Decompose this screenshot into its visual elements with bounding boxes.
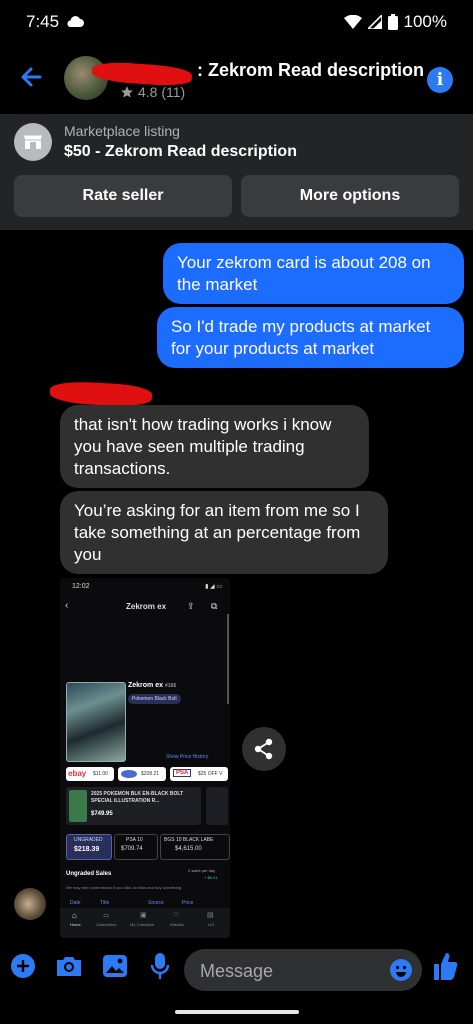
chat-header: : Zekrom Read description 4.8 (11) i	[0, 46, 473, 114]
status-bar: 7:45 100%	[0, 0, 473, 46]
redaction-mark	[49, 380, 153, 408]
commission-note: We may earn commission if you click on l…	[66, 885, 183, 890]
home-indicator	[175, 1010, 299, 1014]
table-header: Date	[70, 900, 81, 906]
shot-nav-label: Collectibles	[96, 922, 117, 927]
listing-card-price: $749.95	[91, 811, 113, 817]
grade-price: $709.74	[121, 846, 143, 852]
shot-scrollbar	[227, 614, 229, 704]
attached-screenshot[interactable]: 12:02 ▮ ◢ ▭ ‹ Zekrom ex ⇪ ⧉ Zekrom ex #1…	[60, 578, 230, 938]
grade-price: $218.39	[74, 846, 100, 853]
message-input[interactable]	[198, 949, 382, 993]
sender-avatar[interactable]	[14, 888, 46, 920]
shot-collection-icon: ▣	[140, 912, 147, 919]
ebay-logo: ebay	[68, 769, 87, 778]
grade-label: PSA 10	[126, 837, 143, 843]
message-bubble-incoming[interactable]: You’re asking for an item from me so I t…	[60, 491, 388, 574]
more-options-button[interactable]: More options	[241, 175, 459, 217]
info-icon[interactable]: i	[427, 67, 453, 93]
shot-nav-label: My Collection	[130, 922, 155, 927]
shot-home-icon: ⌂	[72, 911, 77, 920]
status-time: 7:45	[26, 12, 60, 31]
share-button[interactable]	[242, 727, 286, 771]
psa-logo: PSA	[173, 769, 192, 777]
shot-back-icon: ‹	[65, 600, 69, 611]
shot-status-icons: ▮ ◢ ▭	[205, 584, 222, 590]
ebay-price: $11.00	[93, 771, 108, 777]
microphone-icon[interactable]	[150, 952, 170, 980]
rating-text: 4.8 (11)	[138, 84, 186, 100]
set-badge: Pokemon Black Bolt	[128, 694, 181, 704]
shot-copy-icon: ⧉	[211, 601, 218, 611]
star-icon	[121, 86, 133, 98]
table-header: Title	[100, 900, 110, 906]
shot-nav-label: Home	[70, 922, 81, 927]
battery-icon	[387, 14, 398, 30]
mid-price: $208.21	[141, 771, 160, 777]
thumbs-up-icon[interactable]	[433, 951, 459, 981]
emoji-icon[interactable]	[389, 958, 413, 982]
grade-label: BGS 10 BLACK LABE	[164, 837, 214, 843]
listing-card-next	[206, 787, 228, 825]
listing-card-title: 2025 POKEMON BLK EN-BLACK BOLT SPECIAL I…	[91, 791, 184, 804]
shot-nav-label: LIG	[208, 922, 215, 927]
card-name: Zekrom ex #166	[128, 682, 177, 689]
grade-price: $4,615.00	[175, 846, 202, 852]
listing-title[interactable]: $50 - Zekrom Read description	[64, 143, 297, 161]
battery-percent: 100%	[403, 12, 447, 31]
listing-label: Marketplace listing	[64, 123, 180, 139]
shot-nav-label: Wishlist	[170, 922, 184, 927]
price-history-link: Show Price History	[166, 754, 209, 760]
table-header: Source	[148, 900, 164, 906]
ungraded-sales-heading: Ungraded Sales	[66, 871, 112, 877]
source-logo	[121, 770, 137, 778]
plus-icon[interactable]	[10, 953, 36, 979]
status-right: 100%	[343, 12, 447, 32]
camera-icon[interactable]	[55, 954, 83, 978]
wifi-icon	[343, 15, 362, 29]
conversation-title[interactable]: : Zekrom Read description	[197, 60, 424, 81]
rate-seller-button[interactable]: Rate seller	[14, 175, 232, 217]
shot-collectibles-icon: ⚏	[103, 912, 110, 919]
cloud-icon	[67, 16, 84, 27]
shop-icon	[14, 123, 52, 161]
slab-image	[69, 790, 87, 822]
sales-change: + $6.01	[204, 875, 218, 880]
table-header: Price	[182, 900, 194, 906]
message-bubble-outgoing[interactable]: So I'd trade my products at market for y…	[157, 307, 464, 368]
shot-share-icon: ⇪	[187, 601, 195, 611]
card-image	[66, 682, 126, 762]
share-icon	[254, 738, 273, 760]
sales-per-day: 2 sales per day	[188, 868, 216, 873]
shot-lig-icon: ▤	[207, 912, 214, 919]
back-arrow-icon[interactable]	[16, 60, 50, 94]
shot-page-title: Zekrom ex	[126, 602, 167, 611]
message-bubble-outgoing[interactable]: Your zekrom card is about 208 on the mar…	[163, 243, 464, 304]
shot-wishlist-icon: ♡	[173, 912, 180, 919]
seller-rating: 4.8 (11)	[120, 84, 185, 100]
signal-icon	[367, 15, 382, 29]
shot-time: 12:02	[72, 583, 90, 590]
message-input-container[interactable]	[184, 949, 422, 993]
psa-offer: $25 OFF V	[198, 771, 223, 777]
gallery-icon[interactable]	[102, 954, 128, 978]
grade-label: UNGRADED	[74, 837, 103, 843]
message-bubble-incoming[interactable]: that isn't how trading works i know you …	[60, 405, 369, 488]
